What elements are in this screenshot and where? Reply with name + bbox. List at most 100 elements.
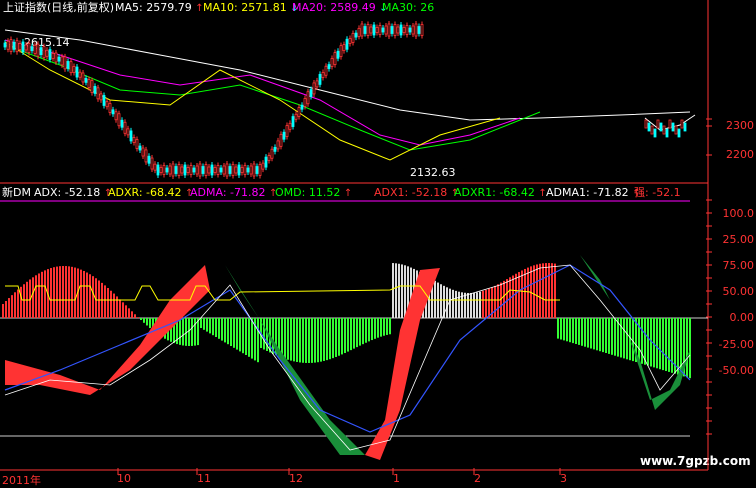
candle-body — [93, 86, 97, 94]
candle-body — [198, 163, 202, 177]
histogram-bar — [485, 289, 487, 318]
histogram-bar — [134, 314, 136, 318]
histogram-bar — [578, 318, 580, 345]
histogram-bar — [74, 267, 76, 318]
candle-body — [108, 103, 112, 113]
candle-body — [393, 24, 397, 36]
histogram-bar — [602, 318, 604, 353]
candle-body — [177, 164, 181, 176]
histogram-bar — [620, 318, 622, 358]
histogram-bar — [86, 272, 88, 318]
histogram-bar — [44, 270, 46, 318]
histogram-bar — [35, 275, 37, 318]
histogram-bar — [338, 318, 340, 356]
histogram-bar — [440, 284, 442, 318]
histogram-bar — [611, 318, 613, 355]
histogram-bar — [89, 274, 91, 318]
stock-chart-window: 上证指数(日线,前复权) MA5: 2579.79 ↑ MA10: 2571.8… — [0, 0, 756, 487]
histogram-bar — [329, 318, 331, 360]
candle-body — [96, 87, 100, 100]
ma10-line — [4, 44, 541, 151]
histogram-bar — [497, 284, 499, 318]
histogram-bar — [215, 318, 217, 337]
histogram-bar — [317, 318, 319, 363]
histogram-bar — [104, 285, 106, 318]
histogram-bar — [230, 318, 232, 346]
histogram-bar — [206, 318, 208, 332]
candle-body — [81, 72, 85, 83]
histogram-bar — [566, 318, 568, 342]
candle-body — [276, 140, 280, 150]
candle-body — [297, 107, 301, 117]
histogram-bar — [107, 288, 109, 318]
candle-body — [9, 39, 13, 52]
histogram-bar — [665, 318, 667, 371]
histogram-bar — [128, 308, 130, 318]
candle-body — [192, 167, 196, 173]
chart-canvas — [0, 0, 712, 475]
candle-body — [255, 166, 259, 174]
candle-body — [315, 80, 319, 88]
candle-body — [75, 66, 79, 78]
candle-body — [309, 89, 313, 97]
candle-body — [15, 40, 19, 53]
candle-body — [159, 167, 163, 173]
histogram-bar — [98, 280, 100, 318]
candle-body — [363, 26, 367, 34]
histogram-bar — [605, 318, 607, 353]
candle-body — [126, 128, 130, 136]
histogram-bar — [194, 318, 196, 346]
candle-body — [105, 101, 109, 108]
candle-body — [87, 79, 91, 88]
histogram-bar — [362, 318, 364, 345]
candle-body — [162, 165, 166, 175]
candle-body — [168, 165, 172, 175]
histogram-bar — [119, 299, 121, 318]
candle-body — [222, 165, 226, 175]
candle-body — [354, 32, 358, 38]
candle-body — [381, 27, 385, 33]
candle-body — [261, 162, 265, 170]
histogram-bar — [32, 277, 34, 318]
histogram-bar — [551, 263, 553, 318]
candle-body — [662, 125, 666, 135]
histogram-bar — [449, 288, 451, 318]
candle-body — [246, 167, 250, 173]
histogram-bar — [68, 266, 70, 318]
candle-body — [210, 164, 214, 176]
histogram-bar — [392, 263, 394, 318]
candle-body — [123, 121, 127, 134]
candle-body — [306, 91, 310, 105]
candle-body — [342, 44, 346, 52]
histogram-bar — [572, 318, 574, 344]
candle-body — [132, 137, 136, 143]
candle-body — [288, 122, 292, 130]
candle-body — [57, 56, 61, 62]
histogram-bar — [203, 318, 205, 330]
candle-body — [153, 163, 157, 171]
histogram-bar — [452, 289, 454, 318]
histogram-bar — [290, 318, 292, 361]
candle-body — [378, 25, 382, 35]
candle-body — [680, 119, 684, 129]
histogram-bar — [320, 318, 322, 362]
candle-body — [138, 145, 142, 151]
histogram-bar — [332, 318, 334, 359]
candle-body — [384, 25, 388, 35]
histogram-bar — [614, 318, 616, 356]
histogram-bar — [548, 263, 550, 318]
candle-body — [273, 146, 277, 152]
candle-body — [84, 77, 88, 83]
histogram-bar — [248, 318, 250, 357]
candle-body — [69, 61, 73, 74]
candle-body — [348, 38, 352, 44]
histogram-bar — [434, 280, 436, 318]
histogram-bar — [149, 318, 151, 329]
candle-body — [252, 163, 256, 177]
candle-body — [156, 164, 160, 176]
histogram-bar — [125, 305, 127, 318]
candle-body — [366, 24, 370, 36]
histogram-bar — [110, 290, 112, 318]
candle-body — [336, 50, 340, 59]
candle-body — [303, 98, 307, 107]
